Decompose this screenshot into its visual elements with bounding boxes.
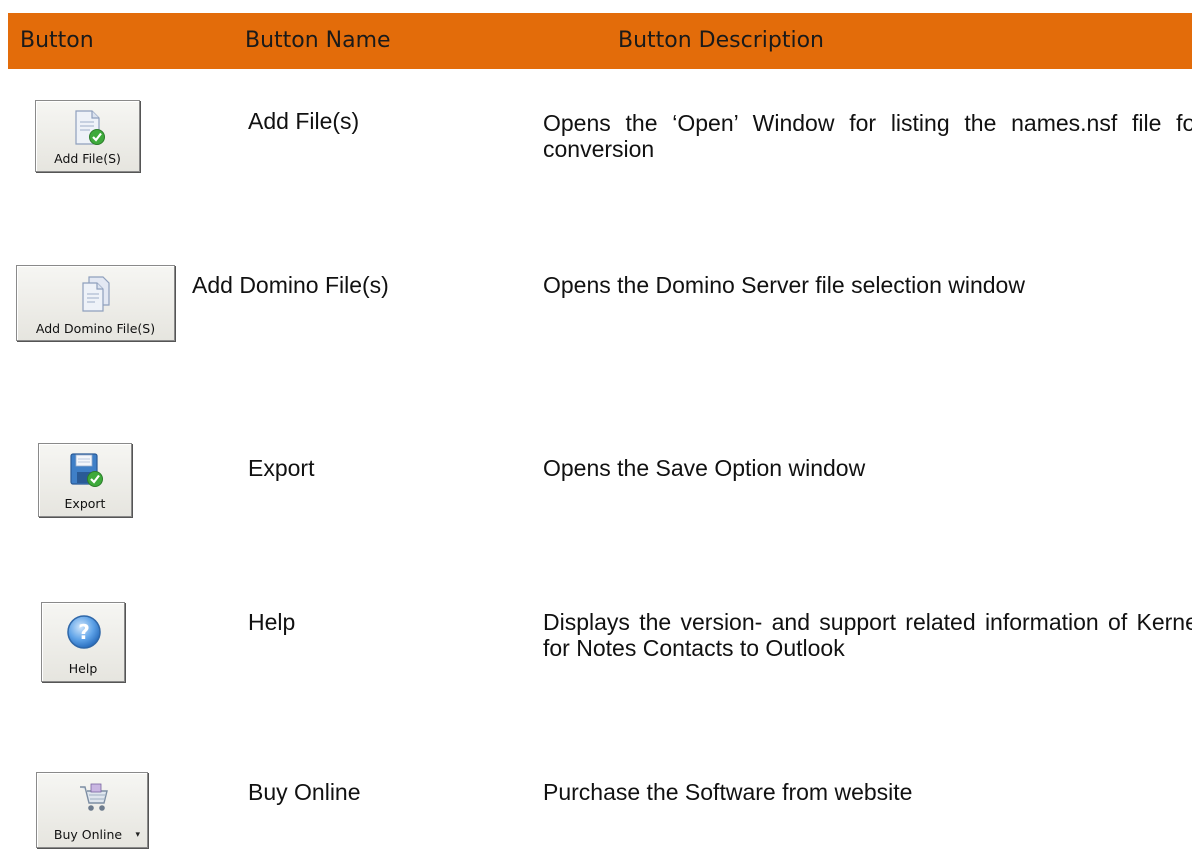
export-caption: Export <box>64 496 106 511</box>
documents-icon <box>82 276 110 312</box>
row-name-add-files: Add File(s) <box>248 108 360 134</box>
add-domino-files-caption: Add Domino File(S) <box>35 321 156 336</box>
help-icon: ? <box>67 615 101 649</box>
row-description-export: Opens the Save Option window <box>543 455 866 481</box>
buy-online-button[interactable]: Buy Online ▾ <box>36 772 148 848</box>
header-button-name: Button Name <box>245 28 391 53</box>
row-name-export: Export <box>248 455 315 481</box>
row-name-buy-online: Buy Online <box>248 779 361 805</box>
row-description-add-files: Opens the ‘Open’ Window for listing the … <box>543 110 1192 162</box>
add-files-button[interactable]: Add File(S) <box>35 100 140 172</box>
svg-text:?: ? <box>78 620 90 644</box>
shopping-cart-icon <box>80 783 108 811</box>
help-button[interactable]: ? Help <box>41 602 125 682</box>
document-check-icon <box>75 110 105 145</box>
row-name-help: Help <box>248 609 296 635</box>
add-files-caption: Add File(S) <box>54 151 121 166</box>
row-description-help: Displays the version- and support relate… <box>543 609 1192 661</box>
help-caption: Help <box>68 661 98 676</box>
export-button[interactable]: Export <box>38 443 132 517</box>
add-domino-files-button[interactable]: Add Domino File(S) <box>16 265 175 341</box>
header-button-description: Button Description <box>618 28 824 53</box>
row-description-buy-online: Purchase the Software from website <box>543 779 913 805</box>
floppy-check-icon <box>70 453 103 487</box>
buy-online-caption: Buy Online <box>53 827 123 842</box>
table-header: Button Button Name Button Description <box>8 13 1192 69</box>
row-description-add-domino-files: Opens the Domino Server file selection w… <box>543 272 1025 298</box>
header-button: Button <box>20 28 94 53</box>
row-name-add-domino-files: Add Domino File(s) <box>192 272 389 298</box>
chevron-down-icon[interactable]: ▾ <box>135 830 140 840</box>
